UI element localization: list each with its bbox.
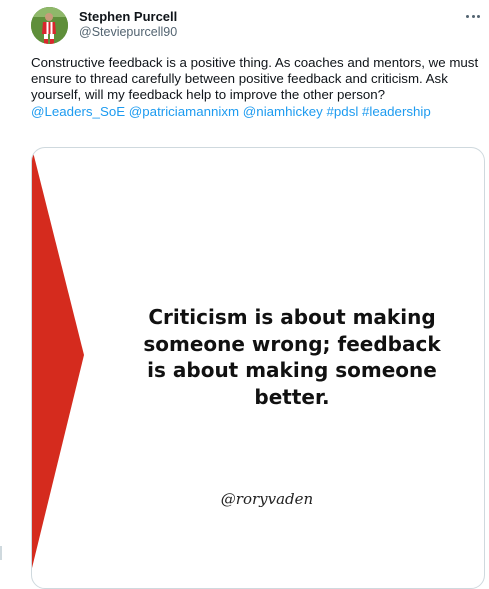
tweet-image[interactable]: Criticism is about making someone wrong;… bbox=[31, 147, 485, 589]
author-name[interactable]: Stephen Purcell bbox=[79, 9, 177, 24]
quote-text: Criticism is about making someone wrong;… bbox=[143, 305, 441, 409]
player-photo-icon bbox=[31, 7, 68, 44]
mention-link[interactable]: @Leaders_SoE bbox=[31, 104, 125, 119]
signature-text: @roryvaden bbox=[220, 490, 314, 508]
tweet-text: Constructive feedback is a positive thin… bbox=[31, 55, 481, 120]
tweet-text-body: Constructive feedback is a positive thin… bbox=[31, 55, 479, 103]
mention-link[interactable]: @niamhickey bbox=[243, 104, 323, 119]
edge-divider bbox=[0, 546, 2, 560]
hashtag-link[interactable]: #leadership bbox=[362, 104, 431, 119]
avatar[interactable] bbox=[31, 7, 68, 44]
hashtag-link[interactable]: #pdsl bbox=[327, 104, 359, 119]
more-options-button[interactable] bbox=[462, 6, 484, 26]
more-horizontal-icon bbox=[466, 14, 469, 18]
red-chevron-shape bbox=[32, 148, 84, 568]
more-horizontal-icon bbox=[471, 14, 475, 18]
mention-link[interactable]: @patriciamannixm bbox=[129, 104, 239, 119]
more-horizontal-icon bbox=[477, 14, 480, 18]
tweet-card: Stephen Purcell @Steviepurcell90 Constru… bbox=[0, 0, 489, 589]
author-handle[interactable]: @Steviepurcell90 bbox=[79, 25, 177, 39]
